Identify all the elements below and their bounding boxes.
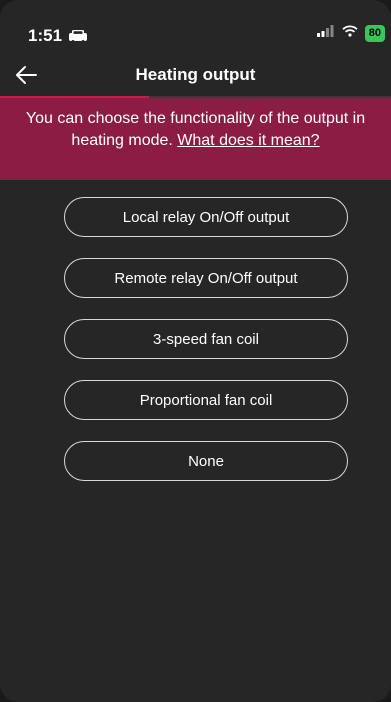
- info-banner: You can choose the functionality of the …: [0, 98, 391, 180]
- option-3-speed-fan-coil-button[interactable]: 3-speed fan coil: [64, 319, 348, 359]
- options-list: Local relay On/Off output Remote relay O…: [64, 197, 350, 502]
- battery-level: 80: [368, 26, 381, 39]
- phone-screen: 1:51 80 Heating output You can choose th…: [0, 0, 391, 702]
- option-proportional-fan-coil-button[interactable]: Proportional fan coil: [64, 380, 348, 420]
- wifi-icon: [342, 24, 358, 42]
- status-time-group: 1:51: [28, 26, 88, 46]
- header: Heating output: [0, 56, 391, 98]
- status-time: 1:51: [28, 26, 63, 45]
- page-title: Heating output: [135, 65, 256, 84]
- option-none-button[interactable]: None: [64, 441, 348, 481]
- status-icons: 80: [316, 24, 385, 42]
- info-link[interactable]: What does it mean?: [177, 132, 319, 149]
- option-local-relay-button[interactable]: Local relay On/Off output: [64, 197, 348, 237]
- car-icon: [68, 29, 88, 43]
- battery-icon: 80: [364, 24, 385, 42]
- signal-icon: [316, 24, 335, 42]
- option-remote-relay-button[interactable]: Remote relay On/Off output: [64, 258, 348, 298]
- status-bar: 1:51 80: [0, 0, 391, 56]
